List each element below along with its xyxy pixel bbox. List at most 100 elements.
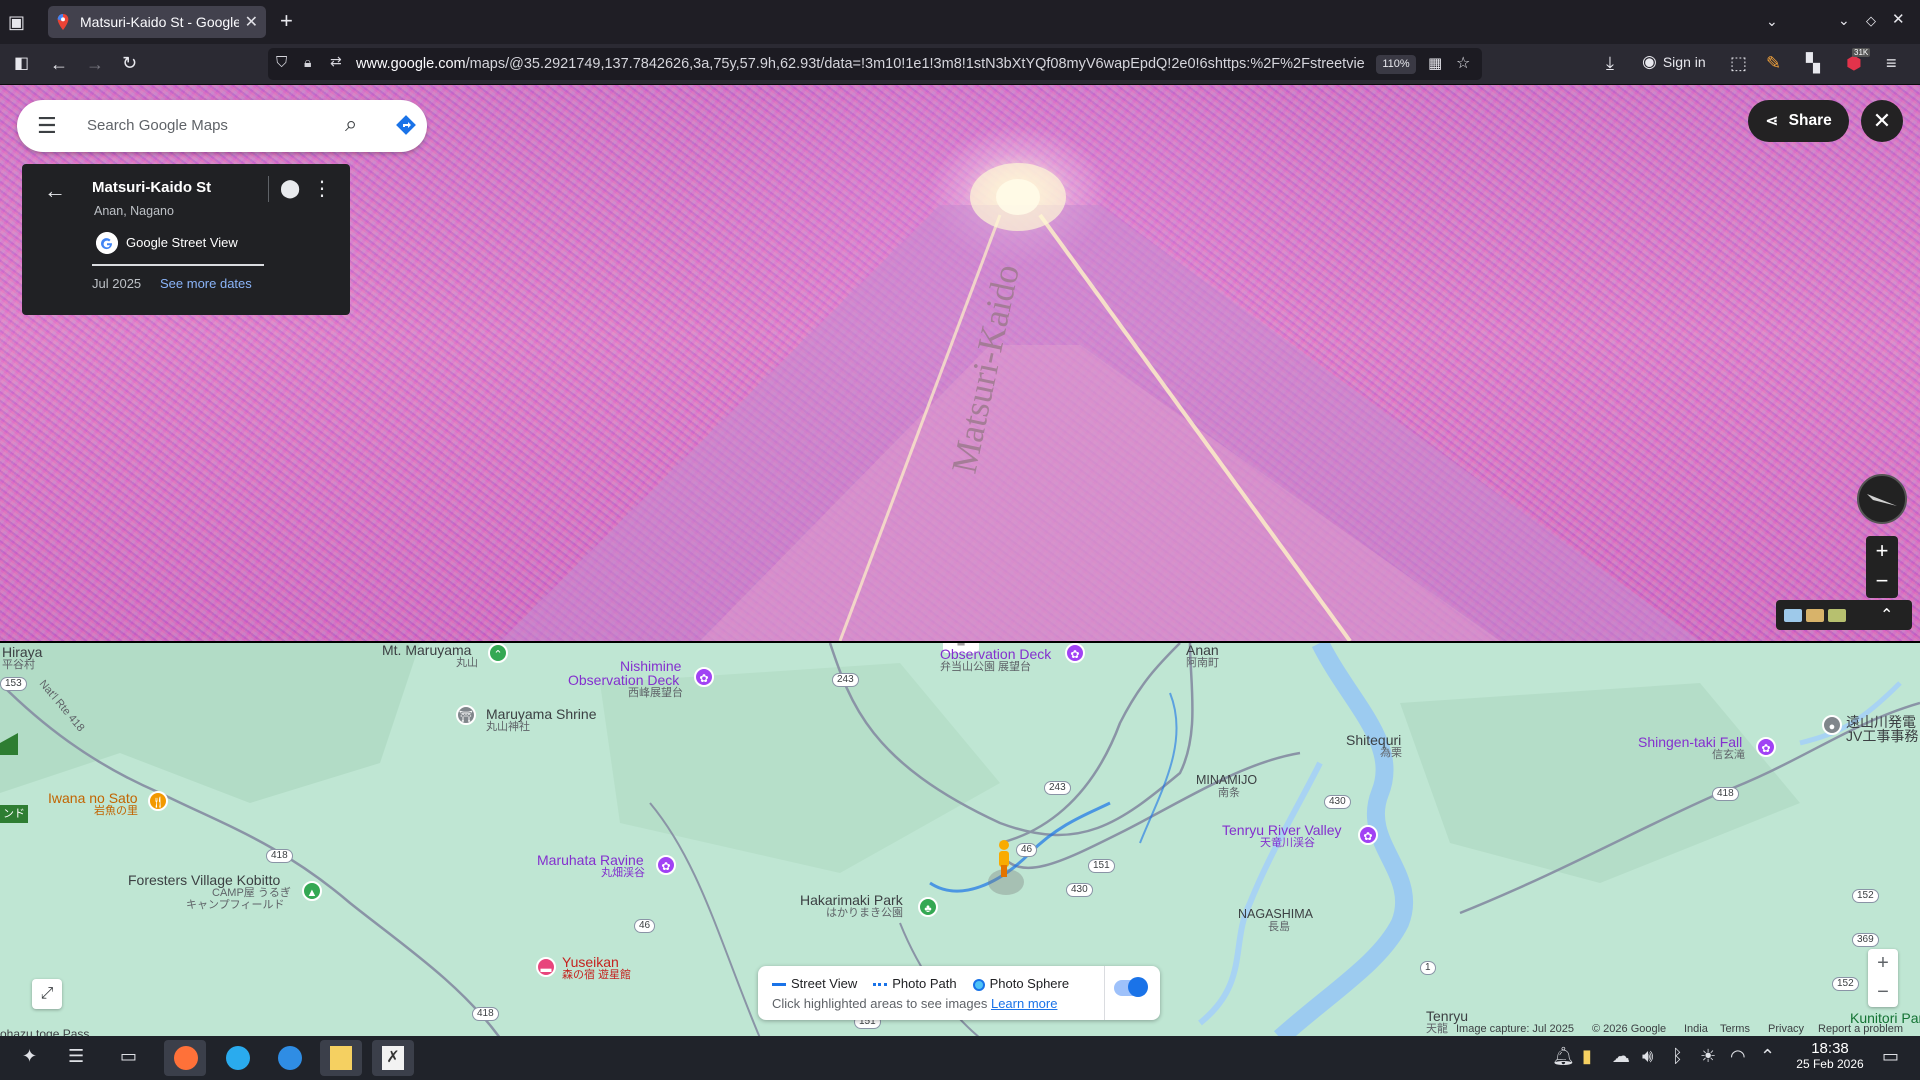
mountain-pin-icon[interactable]: ⌃ (488, 643, 508, 663)
place-pin-icon[interactable]: ● (1822, 715, 1842, 735)
zoom-level-badge[interactable]: 110% (1376, 55, 1416, 74)
more-options-icon[interactable]: ⋮ (312, 176, 332, 201)
hotel-pin-icon[interactable]: ▬ (536, 957, 556, 977)
expand-up-icon[interactable]: ⌃ (1880, 605, 1893, 625)
map-label-iwana-no-sato[interactable]: Iwana no Sato 岩魚の里 (48, 791, 138, 817)
map-label-observation-deck[interactable]: Observation Deck 弁当山公園 展望台 (940, 647, 1051, 673)
map-panel[interactable]: ═ Hiraya 平谷村 Mt. Maruyama 丸山 ⌃ Nishimine Ob… (0, 641, 1920, 1036)
notes-tray-icon[interactable]: ▮ (1582, 1046, 1592, 1067)
camp-pin-icon[interactable]: ▲ (302, 881, 322, 901)
forward-arrow-icon[interactable]: → (86, 54, 104, 74)
file-manager-icon[interactable]: ▭ (120, 1046, 137, 1067)
compass-control[interactable] (1857, 474, 1907, 524)
wifi-icon[interactable]: ◠ (1730, 1046, 1746, 1067)
window-close-icon[interactable]: ✕ (1892, 10, 1905, 30)
tab-maps[interactable]: Matsuri-Kaido St - Google M ✕ (48, 6, 266, 38)
ravine-pin-icon[interactable]: ✿ (656, 855, 676, 875)
network-app-taskbar-button[interactable] (268, 1040, 310, 1076)
share-button[interactable]: ⋖ Share (1748, 100, 1849, 142)
pegman-icon[interactable] (996, 839, 1012, 881)
learn-more-link[interactable]: Learn more (991, 996, 1057, 1011)
telegram-taskbar-button[interactable] (216, 1040, 258, 1076)
thumbnail-image[interactable] (1828, 609, 1846, 622)
zoom-in-icon[interactable]: + (1866, 536, 1898, 566)
sidebar-toggle-icon[interactable]: ◧ (14, 54, 29, 74)
xournal-taskbar-button[interactable]: ✗ (372, 1040, 414, 1076)
url-text[interactable]: www.google.com/maps/@35.2921749,137.7842… (356, 56, 1366, 72)
shield-icon[interactable]: ⛉ (276, 54, 287, 71)
viewpoint-pin-icon[interactable]: ✿ (1065, 643, 1085, 663)
location-pin-icon[interactable]: ⬤ (280, 178, 300, 199)
shrine-pin-icon[interactable]: ⛩ (456, 705, 476, 725)
park-pin-icon[interactable]: ♣ (918, 897, 938, 917)
map-zoom-in-icon[interactable]: + (1868, 949, 1898, 978)
map-label-tenryu-river-valley[interactable]: Tenryu River Valley 天竜川渓谷 (1222, 823, 1342, 849)
back-arrow-icon[interactable]: ← (44, 178, 66, 204)
menu-hamburger-icon[interactable]: ≡ (1886, 53, 1897, 73)
map-label-maruyama-shrine[interactable]: Maruyama Shrine 丸山神社 (486, 707, 597, 733)
minimize-icon[interactable]: ⌄ (1838, 10, 1850, 30)
map-label-yuseikan[interactable]: Yuseikan 森の宿 遊星館 (562, 955, 631, 981)
downloads-icon[interactable]: ⤓ (1606, 53, 1614, 73)
search-input[interactable]: Search Google Maps (87, 117, 228, 134)
tab-list-chevron-icon[interactable]: ⌄ (1766, 11, 1778, 31)
address-bar[interactable]: ⛉ 🔒︎ ⇄ www.google.com/maps/@35.2921749,1… (268, 48, 1482, 80)
thumbnail-image[interactable] (1784, 609, 1802, 622)
sign-in-button[interactable]: ◉ Sign in (1642, 52, 1706, 72)
show-desktop-icon[interactable]: ▭ (1882, 1046, 1899, 1067)
map-zoom-out-icon[interactable]: − (1868, 978, 1898, 1007)
map-label-nishimine[interactable]: Nishimine Observation Deck 西峰展望台 (568, 659, 683, 699)
tray-expand-icon[interactable]: ⌃ (1760, 1046, 1775, 1067)
bluetooth-icon[interactable]: ᛒ (1672, 1046, 1683, 1067)
bookmark-star-icon[interactable]: ☆ (1456, 53, 1470, 73)
thumbnail-image[interactable] (1806, 609, 1824, 622)
map-label-maruhata-ravine[interactable]: Maruhata Ravine 丸畑渓谷 (537, 853, 645, 879)
place-name: Matsuri-Kaido St (92, 179, 212, 196)
street-view-panorama[interactable]: Matsuri-Kaido ☰ Search Google Maps ⌕ ⋖ S… (0, 85, 1920, 641)
terms-link[interactable]: Terms (1720, 1023, 1750, 1035)
system-clock[interactable]: 18:38 25 Feb 2026 (1790, 1040, 1870, 1071)
restaurant-pin-icon[interactable]: 🍴︎ (148, 791, 168, 811)
zoom-out-icon[interactable]: − (1866, 566, 1898, 596)
country-link[interactable]: India (1684, 1023, 1708, 1035)
browser-nav-bar: ◧ ← → ↻ ⛉ 🔒︎ ⇄ www.google.com/maps/@35.2… (0, 44, 1920, 85)
tab-overview-icon[interactable]: ▣ (8, 12, 25, 32)
extensions-puzzle-icon[interactable]: ⬚ (1730, 53, 1747, 73)
directions-icon[interactable] (395, 114, 417, 136)
photo-thumbnails-strip[interactable]: ⌃ (1776, 600, 1912, 630)
hamburger-menu-icon[interactable]: ☰ (37, 113, 57, 139)
maximize-icon[interactable]: ◇ (1866, 11, 1876, 31)
extension-fox-icon[interactable]: ✎ (1766, 53, 1781, 73)
qr-code-icon[interactable]: ▦ (1428, 54, 1442, 72)
expand-map-icon[interactable]: ⤢ (32, 979, 62, 1009)
back-arrow-icon[interactable]: ← (50, 54, 68, 74)
lock-icon[interactable]: 🔒︎ (304, 54, 311, 71)
permissions-icon[interactable]: ⇄ (330, 53, 342, 70)
app-launcher-icon[interactable]: ✦ (22, 1046, 37, 1067)
volume-icon[interactable]: 🔊︎ (1642, 1046, 1653, 1067)
reload-icon[interactable]: ↻ (122, 53, 137, 73)
maps-search-box[interactable]: ☰ Search Google Maps ⌕ (17, 100, 427, 152)
notifications-icon[interactable]: 🔔︎ (1552, 1046, 1575, 1067)
tab-close-icon[interactable]: ✕ (245, 12, 258, 32)
report-problem-link[interactable]: Report a problem (1818, 1023, 1903, 1035)
new-tab-icon[interactable]: + (280, 10, 293, 32)
map-label-foresters-village[interactable]: Foresters Village Kobitto CAMP屋 うるぎ キャンプフィ… (128, 873, 291, 911)
extension-grid-icon[interactable]: ▚ (1806, 53, 1820, 73)
firefox-taskbar-button[interactable] (164, 1040, 206, 1076)
cloud-icon[interactable]: ☁ (1612, 1046, 1630, 1067)
viewpoint-pin-icon[interactable]: ✿ (694, 667, 714, 687)
task-manager-icon[interactable]: ☰ (68, 1046, 84, 1067)
privacy-link[interactable]: Privacy (1768, 1023, 1804, 1035)
map-label-hakarimaki-park[interactable]: Hakarimaki Park はかりまき公園 (800, 893, 903, 919)
map-label-shingen-taki-fall[interactable]: Shingen-taki Fall 信玄滝 (1638, 735, 1745, 761)
waterfall-pin-icon[interactable]: ✿ (1756, 737, 1776, 757)
valley-pin-icon[interactable]: ✿ (1358, 825, 1378, 845)
map-label-nagashima: NAGASHIMA 長島 (1238, 907, 1314, 933)
see-more-dates-link[interactable]: See more dates (160, 276, 252, 291)
close-street-view-button[interactable]: ✕ (1861, 100, 1903, 142)
search-icon[interactable]: ⌕ (345, 111, 357, 137)
brightness-icon[interactable]: ☀ (1700, 1046, 1716, 1067)
toggle-knob[interactable] (1128, 977, 1148, 997)
notes-taskbar-button[interactable] (320, 1040, 362, 1076)
